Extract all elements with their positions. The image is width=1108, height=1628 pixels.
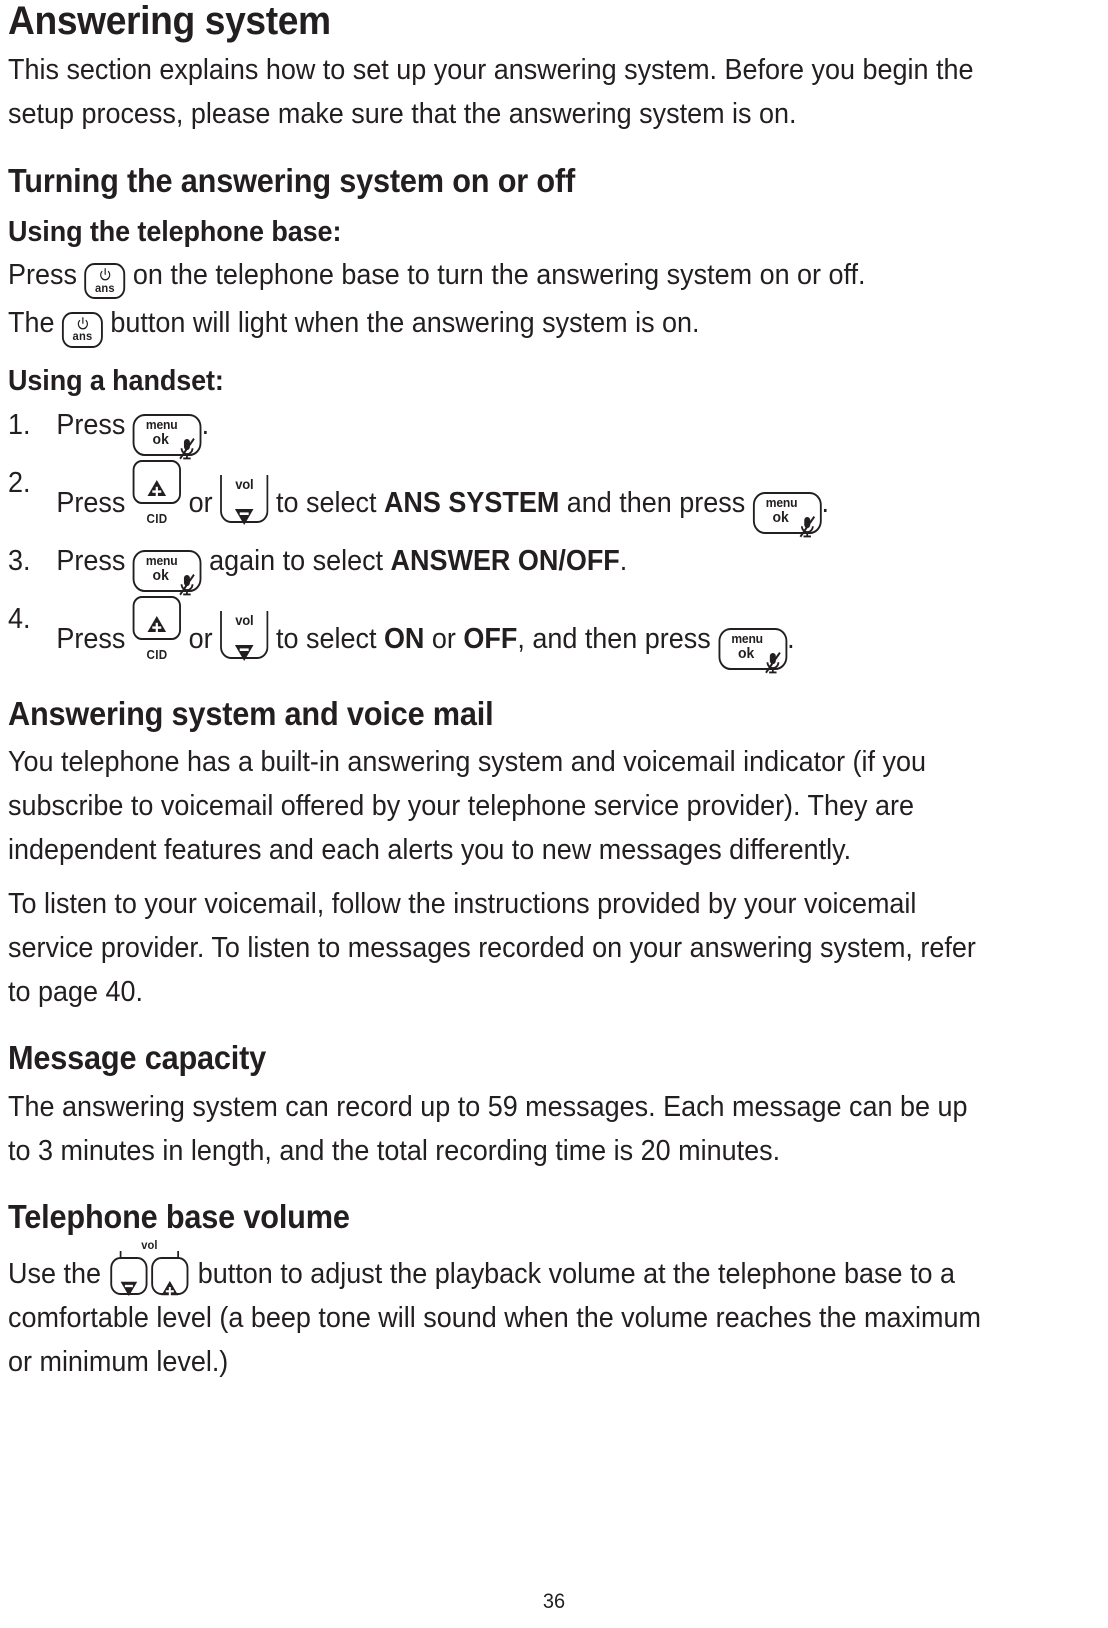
vol-down-button-icon: vol (220, 610, 269, 662)
step-text: Press (56, 544, 126, 577)
menu-option-answer-on-off: ANSWER ON/OFF (390, 544, 620, 577)
step-text-period: . (787, 622, 795, 655)
step-text: Press (56, 408, 126, 441)
mute-microphone-icon (764, 639, 781, 674)
up-triangle-plus-icon (135, 601, 180, 648)
step-text: Press (56, 486, 126, 519)
paragraph-base-volume: Use the vol button to adjust the playbac… (8, 1239, 988, 1384)
text-press: Press (8, 258, 77, 291)
ans-label: ans (95, 280, 115, 295)
step-text-then-press: and then press (566, 486, 746, 519)
section-heading-telephone-base-volume: Telephone base volume (8, 1197, 350, 1235)
up-triangle-plus-icon (135, 465, 180, 512)
vol-label: vol (235, 611, 254, 628)
up-triangle-plus-icon (161, 1271, 180, 1303)
mute-microphone-icon (179, 425, 195, 460)
list-item: 3. Press menu ok again to select ANSWER … (8, 538, 988, 596)
section-heading-answering-voice-mail: Answering system and voice mail (8, 694, 494, 732)
step-text-period: . (619, 544, 628, 577)
paragraph-voicemail-indicator: You telephone has a built-in answering s… (8, 745, 926, 867)
step-text-period: . (821, 486, 830, 519)
step-text-or-2: or (431, 622, 456, 655)
step-number: 1. (8, 408, 31, 441)
ans-button-icon: ans (84, 263, 126, 300)
vol-label: vol (235, 475, 254, 492)
text-the: The (8, 307, 55, 340)
menu-ok-button-icon: menu ok (718, 627, 788, 674)
menu-option-off: OFF (463, 622, 518, 655)
step-text-or: or (188, 486, 213, 519)
paragraph-ans-light: The ans button will light when the answe… (8, 301, 988, 348)
cid-label: CID (146, 511, 168, 526)
step-text-again: again to select (209, 544, 384, 577)
cid-up-button-icon: CID (132, 459, 182, 525)
text-button-will-light: button will light when the answering sys… (110, 307, 700, 340)
step-text-to-select: to select (276, 622, 377, 655)
power-symbol-icon (64, 316, 101, 331)
paragraph-press-ans-base: Press ans on the telephone base to turn … (8, 253, 988, 300)
menu-option-ans-system: ANS SYSTEM (383, 486, 560, 519)
menu-ok-button-icon: menu ok (752, 491, 822, 538)
manual-page: Answering system This section explains h… (0, 0, 1108, 1628)
base-volume-button-icon: vol (110, 1239, 189, 1297)
ans-label: ans (72, 329, 93, 344)
text-use-the: Use the (8, 1258, 101, 1291)
power-symbol-icon (86, 268, 123, 282)
list-item: 4. Press CID or vol to select ON or OFF,… (8, 595, 988, 674)
step-text-period: . (201, 408, 210, 441)
volume-up-half (151, 1257, 189, 1296)
menu-ok-button-icon: menu ok (132, 413, 202, 460)
section-heading-turning-on-off: Turning the answering system on or off (8, 161, 575, 199)
mute-microphone-icon (179, 561, 195, 596)
cid-label: CID (146, 647, 168, 662)
step-text: Press (56, 622, 126, 655)
volume-down-half (110, 1257, 148, 1297)
intro-paragraph: This section explains how to set up your… (8, 54, 974, 131)
page-title: Answering system (8, 0, 331, 43)
list-item: 2. Press CID or vol to select ANS SYSTEM… (8, 459, 988, 538)
step-number: 2. (8, 466, 31, 499)
down-triangle-minus-icon (222, 629, 267, 676)
section-heading-message-capacity: Message capacity (8, 1039, 267, 1077)
subheading-using-handset: Using a handset: (8, 364, 224, 397)
paragraph-message-capacity: The answering system can record up to 59… (8, 1090, 968, 1167)
vol-label: vol (110, 1239, 189, 1252)
step-text-or: or (188, 622, 213, 655)
text-on-base-turn: on the telephone base to turn the answer… (132, 258, 866, 291)
ans-button-icon: ans (61, 311, 103, 348)
step-number: 3. (8, 544, 31, 577)
step-text-to-select: to select (276, 486, 377, 519)
cid-up-button-icon: CID (132, 595, 182, 661)
list-item: 1. Press menu ok . (8, 402, 988, 460)
subheading-using-telephone-base: Using the telephone base: (8, 215, 342, 248)
mute-microphone-icon (799, 503, 815, 538)
step-number: 4. (8, 602, 31, 635)
vol-down-button-icon: vol (220, 474, 269, 526)
paragraph-listen-voicemail: To listen to your voicemail, follow the … (8, 888, 976, 1009)
menu-ok-button-icon: menu ok (132, 549, 202, 596)
down-triangle-minus-icon (120, 1271, 139, 1303)
down-triangle-minus-icon (222, 493, 267, 540)
step-text-then-press: , and then press (517, 622, 711, 655)
menu-option-on: ON (383, 622, 425, 655)
handset-steps-list: 1. Press menu ok . 2. Press CID or vol t… (8, 402, 1062, 674)
page-number: 36 (542, 1590, 566, 1613)
